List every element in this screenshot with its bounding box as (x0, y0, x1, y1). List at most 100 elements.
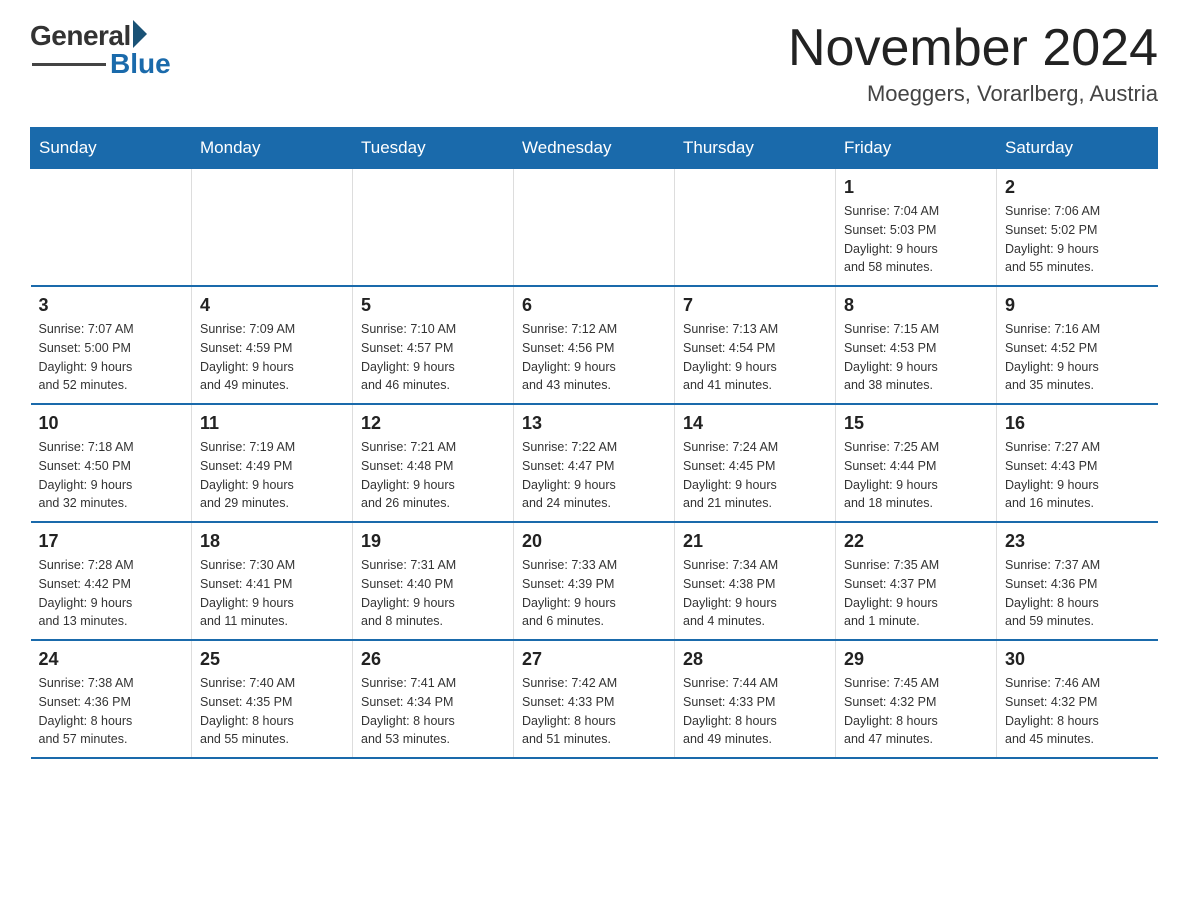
day-info: Sunrise: 7:42 AMSunset: 4:33 PMDaylight:… (522, 674, 666, 749)
header-tuesday: Tuesday (353, 128, 514, 169)
table-row: 22 Sunrise: 7:35 AMSunset: 4:37 PMDayligh… (836, 522, 997, 640)
table-row: 17Sunrise: 7:28 AMSunset: 4:42 PMDayligh… (31, 522, 192, 640)
day-number: 30 (1005, 649, 1150, 670)
table-row: 24 Sunrise: 7:38 AMSunset: 4:36 PMDayligh… (31, 640, 192, 758)
table-row: 26Sunrise: 7:41 AMSunset: 4:34 PMDayligh… (353, 640, 514, 758)
logo: General Blue (30, 20, 171, 80)
day-number: 9 (1005, 295, 1150, 316)
table-row: 1 Sunrise: 7:04 AMSunset: 5:03 PMDaylight… (836, 169, 997, 287)
table-row: 20 Sunrise: 7:33 AMSunset: 4:39 PMDayligh… (514, 522, 675, 640)
calendar-week-row: 10 Sunrise: 7:18 AMSunset: 4:50 PMDayligh… (31, 404, 1158, 522)
header-friday: Friday (836, 128, 997, 169)
day-info: Sunrise: 7:33 AMSunset: 4:39 PMDaylight:… (522, 556, 666, 631)
day-info: Sunrise: 7:24 AMSunset: 4:45 PMDaylight:… (683, 438, 827, 513)
day-info: Sunrise: 7:44 AMSunset: 4:33 PMDaylight:… (683, 674, 827, 749)
table-row (675, 169, 836, 287)
month-year-title: November 2024 (788, 20, 1158, 77)
day-info: Sunrise: 7:21 AMSunset: 4:48 PMDaylight:… (361, 438, 505, 513)
table-row: 27 Sunrise: 7:42 AMSunset: 4:33 PMDayligh… (514, 640, 675, 758)
table-row (192, 169, 353, 287)
table-row: 13 Sunrise: 7:22 AMSunset: 4:47 PMDayligh… (514, 404, 675, 522)
table-row: 7 Sunrise: 7:13 AMSunset: 4:54 PMDaylight… (675, 286, 836, 404)
day-info: Sunrise: 7:38 AMSunset: 4:36 PMDaylight:… (39, 674, 184, 749)
table-row: 16 Sunrise: 7:27 AMSunset: 4:43 PMDayligh… (997, 404, 1158, 522)
day-info: Sunrise: 7:04 AMSunset: 5:03 PMDaylight:… (844, 202, 988, 277)
weekday-header-row: Sunday Monday Tuesday Wednesday Thursday… (31, 128, 1158, 169)
day-info: Sunrise: 7:35 AMSunset: 4:37 PMDaylight:… (844, 556, 988, 631)
logo-blue-text: Blue (110, 48, 171, 80)
day-number: 28 (683, 649, 827, 670)
table-row: 28 Sunrise: 7:44 AMSunset: 4:33 PMDayligh… (675, 640, 836, 758)
calendar-week-row: 17Sunrise: 7:28 AMSunset: 4:42 PMDayligh… (31, 522, 1158, 640)
day-info: Sunrise: 7:40 AMSunset: 4:35 PMDaylight:… (200, 674, 344, 749)
day-info: Sunrise: 7:41 AMSunset: 4:34 PMDaylight:… (361, 674, 505, 749)
day-number: 1 (844, 177, 988, 198)
table-row: 9 Sunrise: 7:16 AMSunset: 4:52 PMDaylight… (997, 286, 1158, 404)
day-number: 21 (683, 531, 827, 552)
day-info: Sunrise: 7:15 AMSunset: 4:53 PMDaylight:… (844, 320, 988, 395)
day-info: Sunrise: 7:37 AMSunset: 4:36 PMDaylight:… (1005, 556, 1150, 631)
day-number: 14 (683, 413, 827, 434)
header-saturday: Saturday (997, 128, 1158, 169)
table-row: 12Sunrise: 7:21 AMSunset: 4:48 PMDayligh… (353, 404, 514, 522)
table-row: 10 Sunrise: 7:18 AMSunset: 4:50 PMDayligh… (31, 404, 192, 522)
header-monday: Monday (192, 128, 353, 169)
day-number: 18 (200, 531, 344, 552)
day-number: 4 (200, 295, 344, 316)
day-number: 17 (39, 531, 184, 552)
calendar-week-row: 3Sunrise: 7:07 AMSunset: 5:00 PMDaylight… (31, 286, 1158, 404)
table-row: 25 Sunrise: 7:40 AMSunset: 4:35 PMDayligh… (192, 640, 353, 758)
day-info: Sunrise: 7:18 AMSunset: 4:50 PMDaylight:… (39, 438, 184, 513)
day-info: Sunrise: 7:16 AMSunset: 4:52 PMDaylight:… (1005, 320, 1150, 395)
day-number: 24 (39, 649, 184, 670)
day-number: 11 (200, 413, 344, 434)
day-info: Sunrise: 7:46 AMSunset: 4:32 PMDaylight:… (1005, 674, 1150, 749)
calendar-week-row: 24 Sunrise: 7:38 AMSunset: 4:36 PMDayligh… (31, 640, 1158, 758)
table-row (31, 169, 192, 287)
logo-arrow-icon (133, 20, 147, 48)
calendar-body: 1 Sunrise: 7:04 AMSunset: 5:03 PMDaylight… (31, 169, 1158, 759)
table-row: 30 Sunrise: 7:46 AMSunset: 4:32 PMDayligh… (997, 640, 1158, 758)
day-info: Sunrise: 7:12 AMSunset: 4:56 PMDaylight:… (522, 320, 666, 395)
day-number: 7 (683, 295, 827, 316)
day-info: Sunrise: 7:22 AMSunset: 4:47 PMDaylight:… (522, 438, 666, 513)
table-row: 6 Sunrise: 7:12 AMSunset: 4:56 PMDaylight… (514, 286, 675, 404)
header-wednesday: Wednesday (514, 128, 675, 169)
day-info: Sunrise: 7:19 AMSunset: 4:49 PMDaylight:… (200, 438, 344, 513)
day-number: 10 (39, 413, 184, 434)
location-subtitle: Moeggers, Vorarlberg, Austria (788, 81, 1158, 107)
day-number: 6 (522, 295, 666, 316)
day-info: Sunrise: 7:10 AMSunset: 4:57 PMDaylight:… (361, 320, 505, 395)
day-number: 13 (522, 413, 666, 434)
calendar-table: Sunday Monday Tuesday Wednesday Thursday… (30, 127, 1158, 759)
day-info: Sunrise: 7:30 AMSunset: 4:41 PMDaylight:… (200, 556, 344, 631)
day-info: Sunrise: 7:09 AMSunset: 4:59 PMDaylight:… (200, 320, 344, 395)
day-number: 22 (844, 531, 988, 552)
day-info: Sunrise: 7:27 AMSunset: 4:43 PMDaylight:… (1005, 438, 1150, 513)
table-row: 5 Sunrise: 7:10 AMSunset: 4:57 PMDaylight… (353, 286, 514, 404)
day-number: 15 (844, 413, 988, 434)
day-info: Sunrise: 7:06 AMSunset: 5:02 PMDaylight:… (1005, 202, 1150, 277)
day-number: 23 (1005, 531, 1150, 552)
day-number: 5 (361, 295, 505, 316)
header-sunday: Sunday (31, 128, 192, 169)
day-number: 2 (1005, 177, 1150, 198)
table-row (514, 169, 675, 287)
day-number: 20 (522, 531, 666, 552)
day-info: Sunrise: 7:34 AMSunset: 4:38 PMDaylight:… (683, 556, 827, 631)
table-row: 21 Sunrise: 7:34 AMSunset: 4:38 PMDayligh… (675, 522, 836, 640)
table-row: 29Sunrise: 7:45 AMSunset: 4:32 PMDayligh… (836, 640, 997, 758)
table-row (353, 169, 514, 287)
day-info: Sunrise: 7:13 AMSunset: 4:54 PMDaylight:… (683, 320, 827, 395)
header-thursday: Thursday (675, 128, 836, 169)
table-row: 11 Sunrise: 7:19 AMSunset: 4:49 PMDayligh… (192, 404, 353, 522)
day-number: 27 (522, 649, 666, 670)
day-number: 25 (200, 649, 344, 670)
day-number: 16 (1005, 413, 1150, 434)
table-row: 3Sunrise: 7:07 AMSunset: 5:00 PMDaylight… (31, 286, 192, 404)
day-number: 19 (361, 531, 505, 552)
day-number: 3 (39, 295, 184, 316)
table-row: 18 Sunrise: 7:30 AMSunset: 4:41 PMDayligh… (192, 522, 353, 640)
table-row: 2 Sunrise: 7:06 AMSunset: 5:02 PMDaylight… (997, 169, 1158, 287)
day-info: Sunrise: 7:25 AMSunset: 4:44 PMDaylight:… (844, 438, 988, 513)
